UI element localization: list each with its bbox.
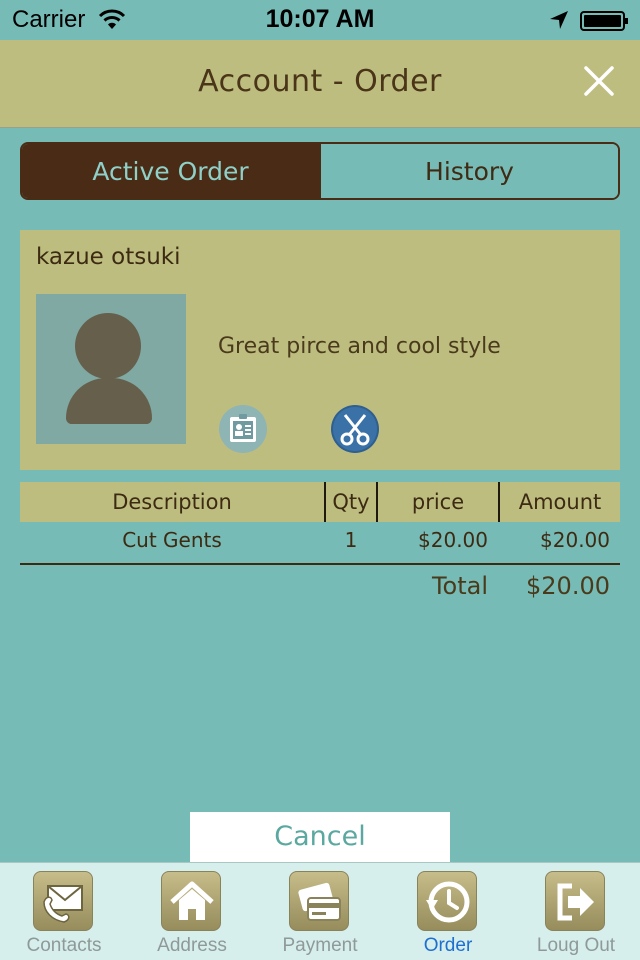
tab-label-contacts: Contacts [26,935,102,956]
house-icon [161,871,221,931]
status-time: 10:07 AM [265,5,375,33]
contact-card-icon[interactable] [218,404,268,454]
row-qty: 1 [344,528,358,552]
table-row: Cut Gents 1 $20.00 $20.00 [20,522,620,560]
avatar [36,294,186,444]
clock-history-icon [417,871,477,931]
tab-label-payment: Payment [282,935,358,956]
status-bar: Carrier 10:07 AM [0,0,640,40]
tab-address[interactable]: Address [128,863,256,960]
logout-arrow-icon [545,871,605,931]
scissors-icon[interactable] [330,404,380,454]
total-value: $20.00 [526,572,610,600]
customer-comment: Great pirce and cool style [218,334,501,359]
order-segmented-control: Active Order History [20,142,620,200]
total-divider [20,563,620,565]
page-title: Account - Order [198,64,442,99]
tab-payment[interactable]: Payment [256,863,384,960]
column-description: Description [112,490,232,514]
segment-history[interactable]: History [319,144,618,198]
column-price: price [411,490,465,514]
battery-icon [580,11,628,31]
row-description: Cut Gents [122,528,222,552]
customer-card: kazue otsuki Great pirce and cool style [20,230,620,470]
customer-name: kazue otsuki [36,244,181,270]
row-amount: $20.00 [540,528,610,552]
total-label: Total [431,572,488,600]
avatar-head [75,313,141,379]
column-amount: Amount [518,490,602,514]
tab-logout[interactable]: Loug Out [512,863,640,960]
close-icon[interactable] [580,62,618,100]
cancel-button[interactable]: Cancel [190,812,450,862]
order-table-header: Description Qty price Amount [20,482,620,522]
nav-bar: Account - Order [0,40,640,128]
avatar-body [66,378,152,424]
tab-label-order: Order [423,935,473,956]
tab-label-address: Address [157,935,227,956]
column-qty: Qty [332,490,370,514]
contacts-phone-mail-icon [33,871,93,931]
tab-label-logout: Loug Out [536,935,616,956]
tab-order[interactable]: Order [384,863,512,960]
tab-contacts[interactable]: Contacts [0,863,128,960]
credit-card-icon [289,871,349,931]
row-price: $20.00 [418,528,488,552]
location-arrow-icon [550,11,568,29]
tab-bar: Contacts Address Payment Order Loug Out [0,862,640,960]
segment-active-order[interactable]: Active Order [22,144,319,198]
